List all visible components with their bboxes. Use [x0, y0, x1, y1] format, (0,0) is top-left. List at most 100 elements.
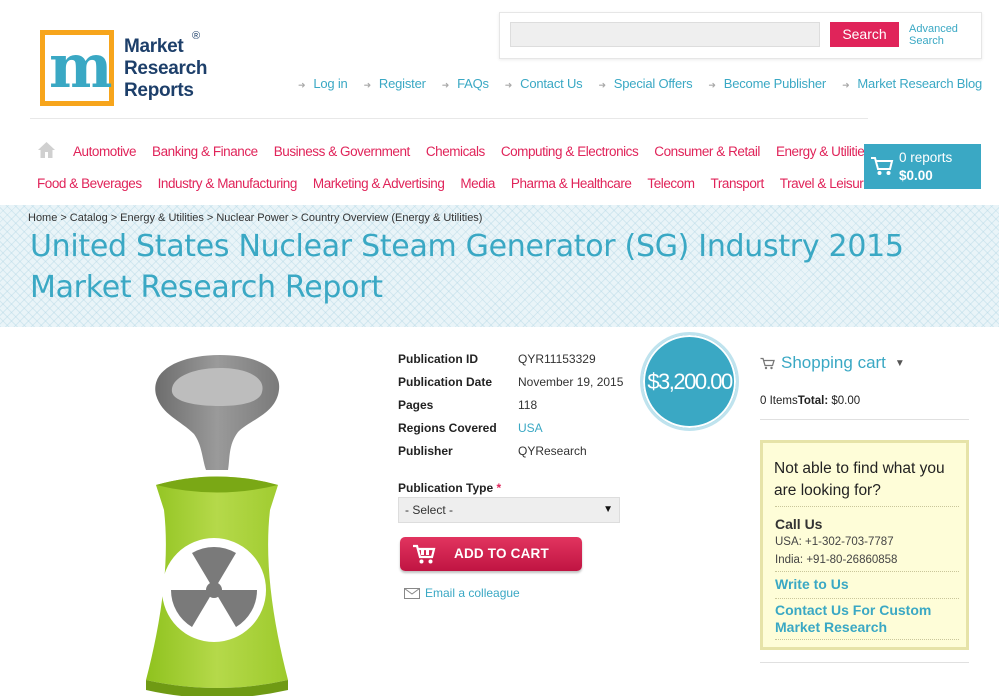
top-link-blog[interactable]: ➜ Market Research Blog [842, 75, 982, 93]
nav-marketing-advertising[interactable]: Marketing & Advertising [313, 174, 445, 194]
detail-label: Publication Date [398, 375, 493, 389]
top-link-become-publisher[interactable]: ➜ Become Publisher [708, 75, 826, 93]
search-input[interactable] [510, 22, 820, 47]
shopping-cart-summary: 0 ItemsTotal: $0.00 [760, 393, 860, 409]
top-link-special-offers[interactable]: ➜ Special Offers [598, 75, 692, 93]
breadcrumb-separator: > [110, 212, 118, 224]
logo-line-2: Research [124, 58, 208, 79]
phone-usa: USA: +1-302-703-7787 [775, 536, 894, 548]
nav-industry-manufacturing[interactable]: Industry & Manufacturing [158, 174, 298, 194]
top-links: ➜ Log in ➜ Register ➜ FAQs ➜ Contact Us ➜ Spe… [298, 75, 998, 93]
top-link-label: Market Research Blog [857, 76, 983, 91]
detail-row-publication-date: Publication Date November 19, 2015 [398, 374, 623, 397]
publication-type-select[interactable]: - Select - ▼ [398, 497, 620, 523]
category-nav-row-2: Food & Beverages Industry & Manufacturin… [37, 174, 886, 194]
arrow-right-icon: ➜ [842, 80, 850, 90]
breadcrumb-home[interactable]: Home [28, 212, 57, 224]
breadcrumb-separator: > [60, 212, 67, 224]
breadcrumb-separator: > [291, 212, 298, 224]
top-link-label: Log in [313, 76, 348, 91]
arrow-right-icon: ➜ [441, 80, 450, 90]
cart-summary-button[interactable]: 0 reports $0.00 [864, 144, 981, 189]
help-box: Not able to find what you are looking fo… [760, 440, 969, 650]
top-link-faqs[interactable]: ➜ FAQs [442, 75, 489, 93]
nav-energy-utilities[interactable]: Energy & Utilities [776, 142, 871, 162]
nav-food-beverages[interactable]: Food & Beverages [37, 174, 142, 194]
detail-label: Regions Covered [398, 421, 497, 435]
logo-line-3: Reports [124, 80, 194, 101]
detail-row-regions: Regions Covered USA [398, 420, 623, 443]
top-link-register[interactable]: ➜ Register [364, 75, 426, 93]
price-badge: $3,200.00 [640, 332, 739, 431]
advanced-search-line-2: Search [909, 35, 944, 47]
custom-research-link[interactable]: Contact Us For Custom Market Research [775, 602, 931, 636]
top-link-label: Become Publisher [723, 76, 827, 91]
breadcrumb-catalog[interactable]: Catalog [70, 212, 108, 224]
email-colleague-link[interactable]: Email a colleague [404, 585, 520, 601]
email-colleague-label: Email a colleague [425, 586, 520, 600]
nav-pharma-healthcare[interactable]: Pharma & Healthcare [511, 174, 632, 194]
publication-type-text: Publication Type [398, 481, 494, 495]
shopping-cart-title: Shopping cart [781, 353, 886, 372]
nav-consumer-retail[interactable]: Consumer & Retail [654, 142, 760, 162]
arrow-right-icon: ➜ [298, 80, 306, 90]
top-link-label: Contact Us [520, 76, 583, 91]
add-to-cart-label: ADD TO CART [454, 546, 549, 561]
logo-letter: m [49, 32, 113, 102]
top-link-label: FAQs [457, 76, 489, 91]
dotted-divider [775, 571, 959, 572]
breadcrumb-country-overview[interactable]: Country Overview (Energy & Utilities) [301, 212, 483, 224]
phone-india: India: +91-80-26860858 [775, 554, 898, 566]
call-us-heading: Call Us [775, 516, 823, 532]
nav-automotive[interactable]: Automotive [73, 142, 136, 162]
nav-media[interactable]: Media [460, 174, 495, 194]
arrow-right-icon: ➜ [598, 80, 606, 90]
detail-row-pages: Pages 118 [398, 397, 623, 420]
write-to-us-link[interactable]: Write to Us [775, 576, 849, 593]
search-bar: Search Advanced Search [499, 12, 982, 59]
top-link-contact[interactable]: ➜ Contact Us [505, 75, 583, 93]
top-link-login[interactable]: ➜ Log in [298, 75, 348, 93]
nav-telecom[interactable]: Telecom [647, 174, 695, 194]
shopping-cart-toggle[interactable]: Shopping cart ▼ [760, 352, 905, 374]
envelope-icon [404, 587, 420, 599]
nav-travel-leisure[interactable]: Travel & Leisure [780, 174, 871, 194]
dotted-divider [775, 639, 959, 640]
cart-icon [760, 357, 775, 369]
advanced-search-line-1: Advanced [909, 23, 958, 35]
breadcrumb-energy-utilities[interactable]: Energy & Utilities [120, 212, 204, 224]
publication-type-label: Publication Type * [398, 481, 501, 495]
region-link[interactable]: USA [518, 420, 543, 443]
logo-wordmark: Market Research Reports [124, 36, 207, 102]
advanced-search-link[interactable]: Advanced Search [909, 23, 958, 47]
price: $3,200.00 [647, 369, 733, 394]
breadcrumb: Home > Catalog > Energy & Utilities > Nuclear … [28, 211, 482, 225]
registered-mark: ® [192, 30, 201, 42]
arrow-right-icon: ➜ [708, 80, 716, 90]
radiation-icon [146, 355, 288, 696]
top-link-label: Special Offers [613, 76, 693, 91]
cart-icon [413, 544, 436, 564]
dotted-divider [775, 506, 959, 507]
cart-icon [871, 157, 894, 175]
nav-transport[interactable]: Transport [711, 174, 765, 194]
home-icon[interactable] [38, 142, 55, 158]
page-title: United States Nuclear Steam Generator (S… [30, 229, 904, 305]
header-divider [30, 118, 868, 119]
nav-chemicals[interactable]: Chemicals [426, 142, 485, 162]
required-marker: * [496, 481, 502, 495]
detail-value: 118 [518, 398, 538, 412]
nav-banking-finance[interactable]: Banking & Finance [152, 142, 258, 162]
breadcrumb-nuclear-power[interactable]: Nuclear Power [216, 212, 288, 224]
top-link-label: Register [378, 76, 426, 91]
add-to-cart-button[interactable]: ADD TO CART [400, 537, 582, 571]
detail-label: Publisher [398, 444, 453, 458]
nav-computing-electronics[interactable]: Computing & Electronics [501, 142, 639, 162]
nav-business-government[interactable]: Business & Government [274, 142, 411, 162]
search-button[interactable]: Search [830, 22, 899, 47]
page: { "logo": { "letter": "m", "line1": "Mar… [0, 0, 999, 696]
site-logo[interactable]: m Market Research Reports ® [40, 30, 230, 110]
dotted-divider [775, 598, 959, 599]
cart-items: 0 Items [760, 395, 798, 407]
detail-value: November 19, 2015 [518, 375, 624, 389]
